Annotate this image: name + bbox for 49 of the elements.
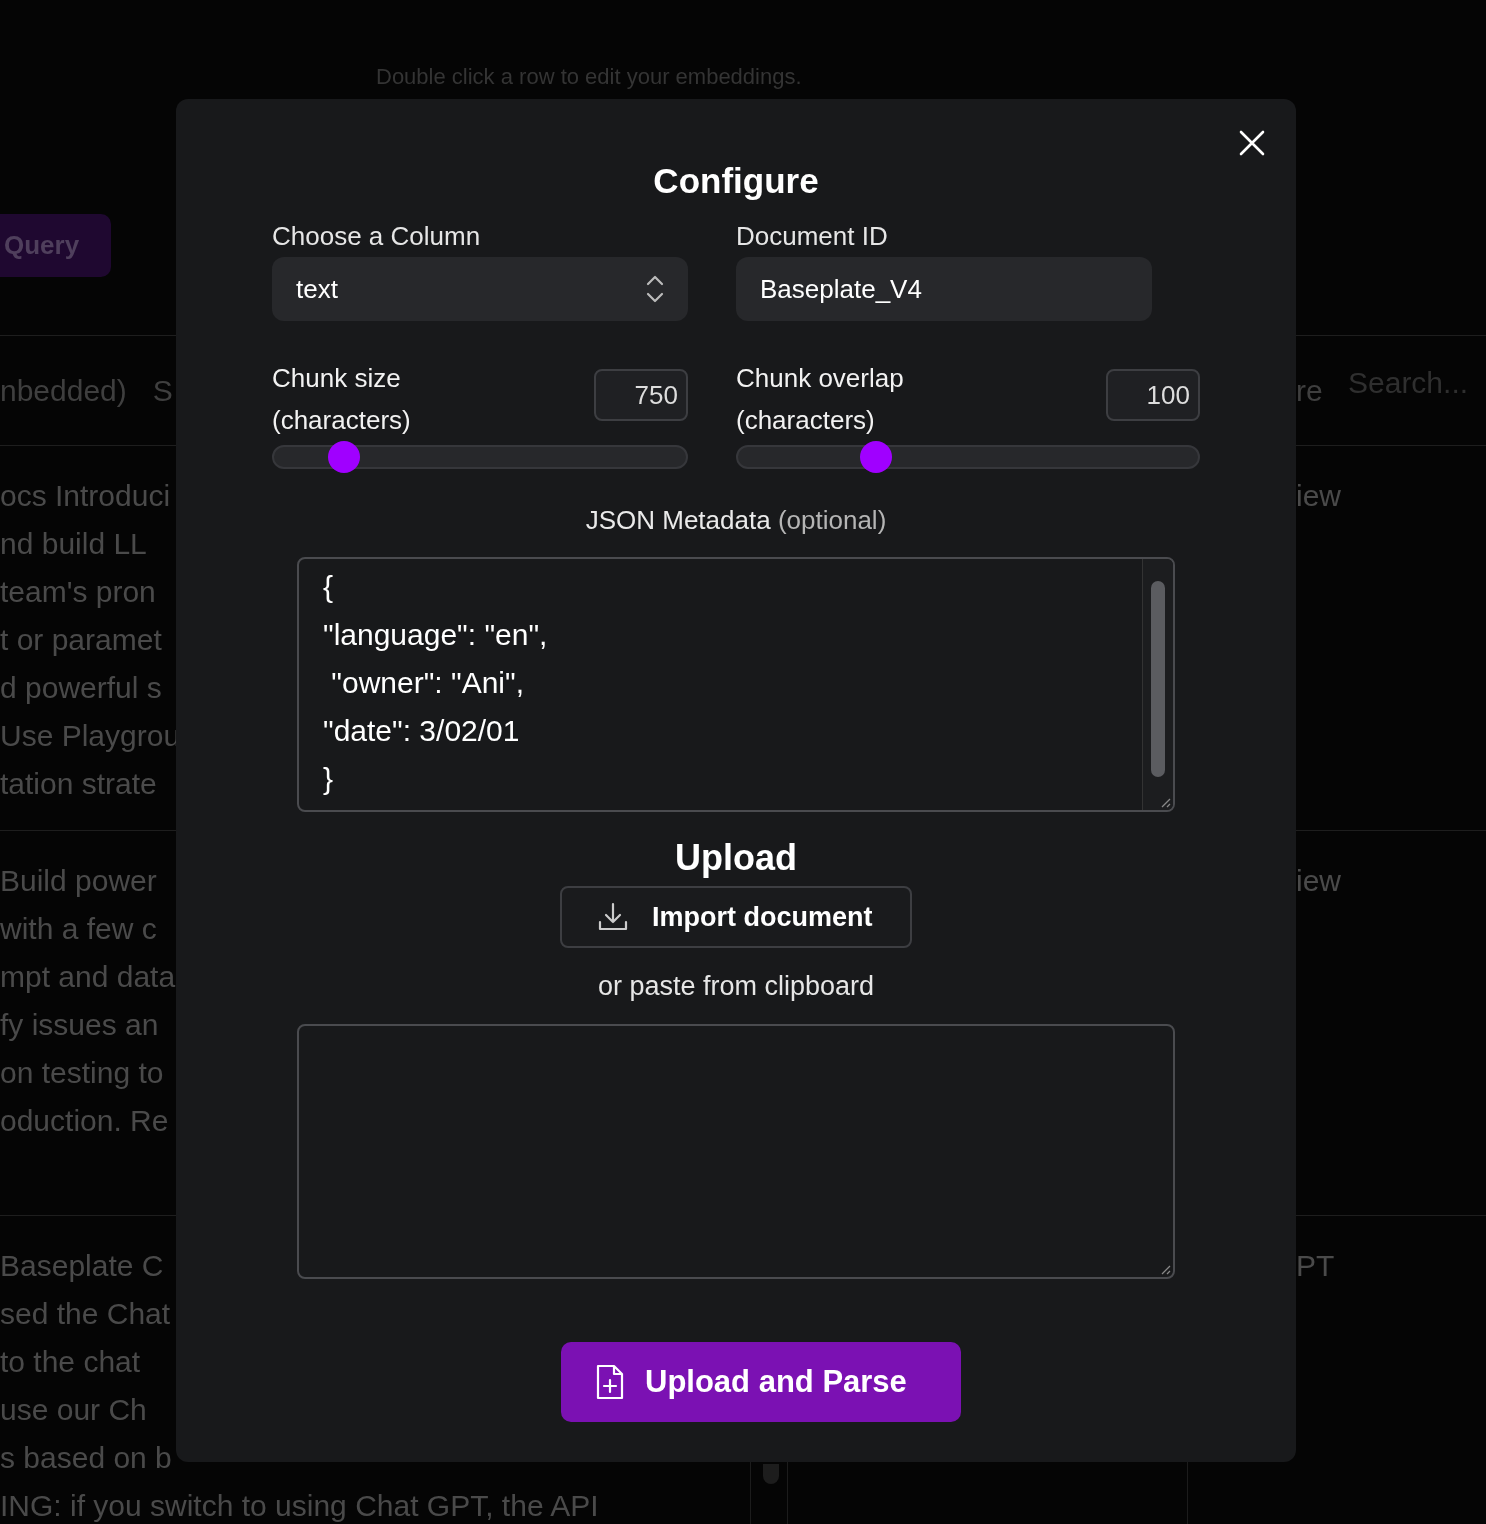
close-button[interactable]: [1238, 129, 1266, 157]
cell-text: PT: [1296, 1249, 1335, 1282]
paste-field[interactable]: [297, 1024, 1175, 1279]
cell-text: iew: [1296, 864, 1341, 897]
cell-text: team's pron: [0, 574, 156, 610]
close-icon: [1238, 129, 1266, 157]
slider-thumb[interactable]: [328, 441, 361, 473]
cell-text: sed the Chat: [0, 1296, 171, 1332]
field-label: Document ID: [736, 221, 889, 251]
metadata-label: JSON Metadata (optional): [585, 504, 887, 537]
json-metadata-field[interactable]: { "language": "en", "owner": "Ani", "date": 3/02/01 }: [297, 557, 1175, 812]
cell-text: Use Playgrou: [0, 718, 181, 754]
cell-text: use our Ch: [0, 1392, 147, 1428]
cell-text: ING: if you switch to using Chat GPT, the API: [0, 1488, 599, 1524]
cell-text: tation strate: [0, 766, 157, 802]
number-field[interactable]: 750: [594, 369, 688, 421]
number-field[interactable]: 100: [1106, 369, 1200, 421]
cell-text: ocs Introduci: [0, 478, 171, 514]
cell-text: nd build LL: [0, 526, 147, 562]
slider-thumb[interactable]: [860, 441, 892, 473]
section-title: Upload: [675, 836, 797, 880]
scrollbar-thumb[interactable]: [763, 1464, 779, 1484]
cell-text: with a few c: [0, 911, 157, 947]
chevron-up-down-icon: [646, 274, 664, 304]
paste-hint: or paste from clipboard: [597, 970, 875, 1003]
cell-text: on testing to: [0, 1055, 164, 1091]
slider-label: Chunk size (characters): [272, 362, 412, 437]
upload-and-parse-button[interactable]: Upload and Parse: [561, 1342, 961, 1422]
cell-text: oduction. Re: [0, 1103, 169, 1139]
cell-text: d powerful s: [0, 670, 162, 706]
document-id-field[interactable]: Baseplate_V4: [736, 257, 1152, 321]
column-header: nbedded): [0, 373, 127, 408]
cell-text: s based on b: [0, 1440, 172, 1476]
column-select[interactable]: text: [272, 257, 688, 321]
import-document-button[interactable]: Import document: [560, 886, 912, 948]
cell-text: iew: [1296, 479, 1341, 512]
column-header: S: [152, 373, 173, 408]
cell-text: fy issues an: [0, 1007, 159, 1043]
slider-label: Chunk overlap (characters): [736, 362, 905, 437]
cell-text: mpt and data: [0, 959, 176, 995]
cell-text: to the chat: [0, 1344, 141, 1380]
cell-text: t or paramet: [0, 622, 162, 658]
column-header: re: [1296, 373, 1323, 408]
file-plus-icon: [595, 1363, 625, 1401]
scrollbar-thumb[interactable]: [1151, 581, 1165, 777]
cell-text: Build power: [0, 863, 157, 899]
dialog-title: Configure: [653, 160, 819, 202]
field-label: Choose a Column: [272, 221, 482, 251]
cell-text: Baseplate C: [0, 1248, 164, 1284]
